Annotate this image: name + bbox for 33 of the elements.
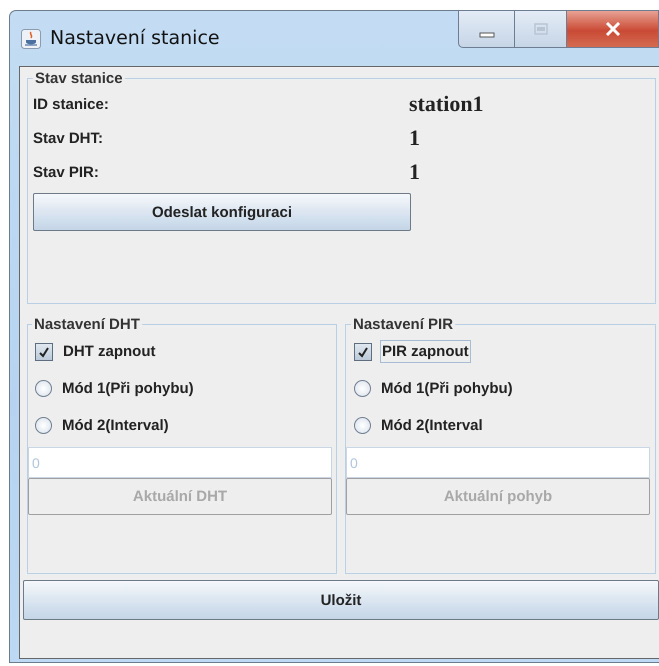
save-button[interactable]: Uložit <box>23 580 659 620</box>
group-title: Nastavení PIR <box>352 316 454 333</box>
checkbox-label[interactable]: PIR zapnout <box>380 340 471 363</box>
radio-button[interactable] <box>354 417 371 434</box>
check-icon <box>38 346 50 358</box>
group-title: Stav stanice <box>34 70 124 87</box>
close-button[interactable] <box>567 10 659 48</box>
java-cup-icon <box>21 28 41 48</box>
maximize-button[interactable] <box>515 10 567 48</box>
group-title: Nastavení DHT <box>33 316 141 333</box>
checkbox[interactable] <box>354 342 372 360</box>
check-icon <box>357 346 369 358</box>
send-config-button[interactable]: Odeslat konfiguraci <box>33 193 411 231</box>
checkbox[interactable] <box>35 342 53 360</box>
minimize-icon <box>478 32 494 38</box>
radio-label[interactable]: Mód 2(Interval <box>379 414 485 437</box>
field-label: Stav DHT: <box>33 130 104 146</box>
field-label: ID stanice: <box>33 96 110 112</box>
radio-button[interactable] <box>354 380 371 397</box>
field-value: 1 <box>409 125 420 151</box>
radio-label[interactable]: Mód 1(Při pohybu) <box>379 377 515 400</box>
checkbox-label[interactable]: DHT zapnout <box>61 340 158 363</box>
field-value: 1 <box>409 159 420 185</box>
field-label: Stav PIR: <box>33 164 100 180</box>
field-value: station1 <box>409 91 484 117</box>
radio-button[interactable] <box>35 417 52 434</box>
minimize-button[interactable] <box>458 10 515 48</box>
window-title: Nastavení stanice <box>50 26 220 48</box>
radio-label[interactable]: Mód 1(Při pohybu) <box>60 377 196 400</box>
radio-button[interactable] <box>35 380 52 397</box>
maximize-icon <box>534 23 548 35</box>
close-icon <box>604 22 620 36</box>
radio-label[interactable]: Mód 2(Interval) <box>60 414 171 437</box>
